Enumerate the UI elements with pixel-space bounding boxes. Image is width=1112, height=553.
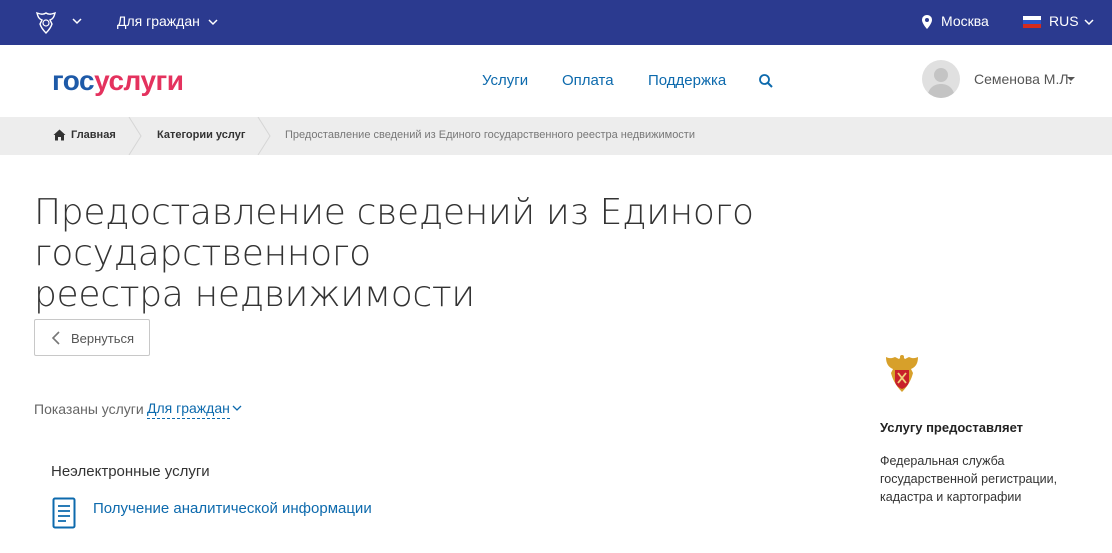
search-icon[interactable] (758, 73, 774, 89)
logo-part2: услуги (94, 65, 184, 96)
site-header: госуслуги Услуги Оплата Поддержка Семено… (0, 45, 1112, 117)
language-selector[interactable]: RUS (1049, 13, 1079, 29)
chevron-down-icon[interactable] (1083, 16, 1095, 28)
nav-payment[interactable]: Оплата (562, 72, 614, 89)
service-link[interactable]: Получение аналитической информации (93, 500, 372, 517)
provider-heading: Услугу предоставляет (880, 420, 1024, 435)
breadcrumb-current: Предоставление сведений из Единого госуд… (285, 129, 695, 141)
caret-down-icon[interactable] (1066, 75, 1076, 83)
top-bar: Для граждан Москва RUS (0, 0, 1112, 45)
page-title: Предоставление сведений из Единого госуд… (34, 192, 1034, 315)
russian-flag-icon[interactable] (1023, 16, 1041, 28)
back-button[interactable]: Вернуться (34, 319, 150, 356)
user-silhouette-icon (927, 68, 955, 98)
section-heading: Неэлектронные услуги (51, 463, 210, 480)
document-icon (52, 497, 76, 529)
logo-part1: гос (52, 65, 95, 96)
chevron-left-icon (51, 331, 60, 345)
user-name[interactable]: Семенова М.Л. (974, 71, 1072, 87)
breadcrumb-categories[interactable]: Категории услуг (157, 129, 245, 141)
page-title-line1: Предоставление сведений из Единого госуд… (34, 192, 754, 274)
audience-filter[interactable]: Для граждан (147, 400, 230, 419)
provider-name: Федеральная служба государственной регис… (880, 454, 1058, 504)
chevron-down-icon[interactable] (232, 404, 242, 412)
chevron-down-icon[interactable] (206, 15, 220, 29)
page-title-line2: реестра недвижимости (34, 274, 475, 315)
nav-services[interactable]: Услуги (482, 72, 528, 89)
chevron-down-icon[interactable] (70, 14, 84, 28)
breadcrumb-home[interactable]: Главная (71, 129, 116, 141)
back-button-label: Вернуться (71, 331, 135, 346)
filter-label: Показаны услуги (34, 401, 144, 417)
gosuslugi-logo[interactable]: госуслуги (52, 65, 184, 96)
breadcrumb-separator (257, 117, 271, 155)
audience-selector[interactable]: Для граждан (117, 13, 200, 29)
agency-emblem-icon (886, 355, 918, 392)
location-pin-icon[interactable] (921, 14, 933, 30)
nav-support[interactable]: Поддержка (648, 72, 726, 89)
user-avatar[interactable] (922, 60, 960, 98)
breadcrumb: Главная Категории услуг Предоставление с… (0, 117, 1112, 155)
breadcrumb-separator (128, 117, 142, 155)
home-icon[interactable] (53, 129, 66, 141)
city-selector[interactable]: Москва (941, 13, 989, 29)
coat-of-arms-icon[interactable] (33, 10, 59, 36)
